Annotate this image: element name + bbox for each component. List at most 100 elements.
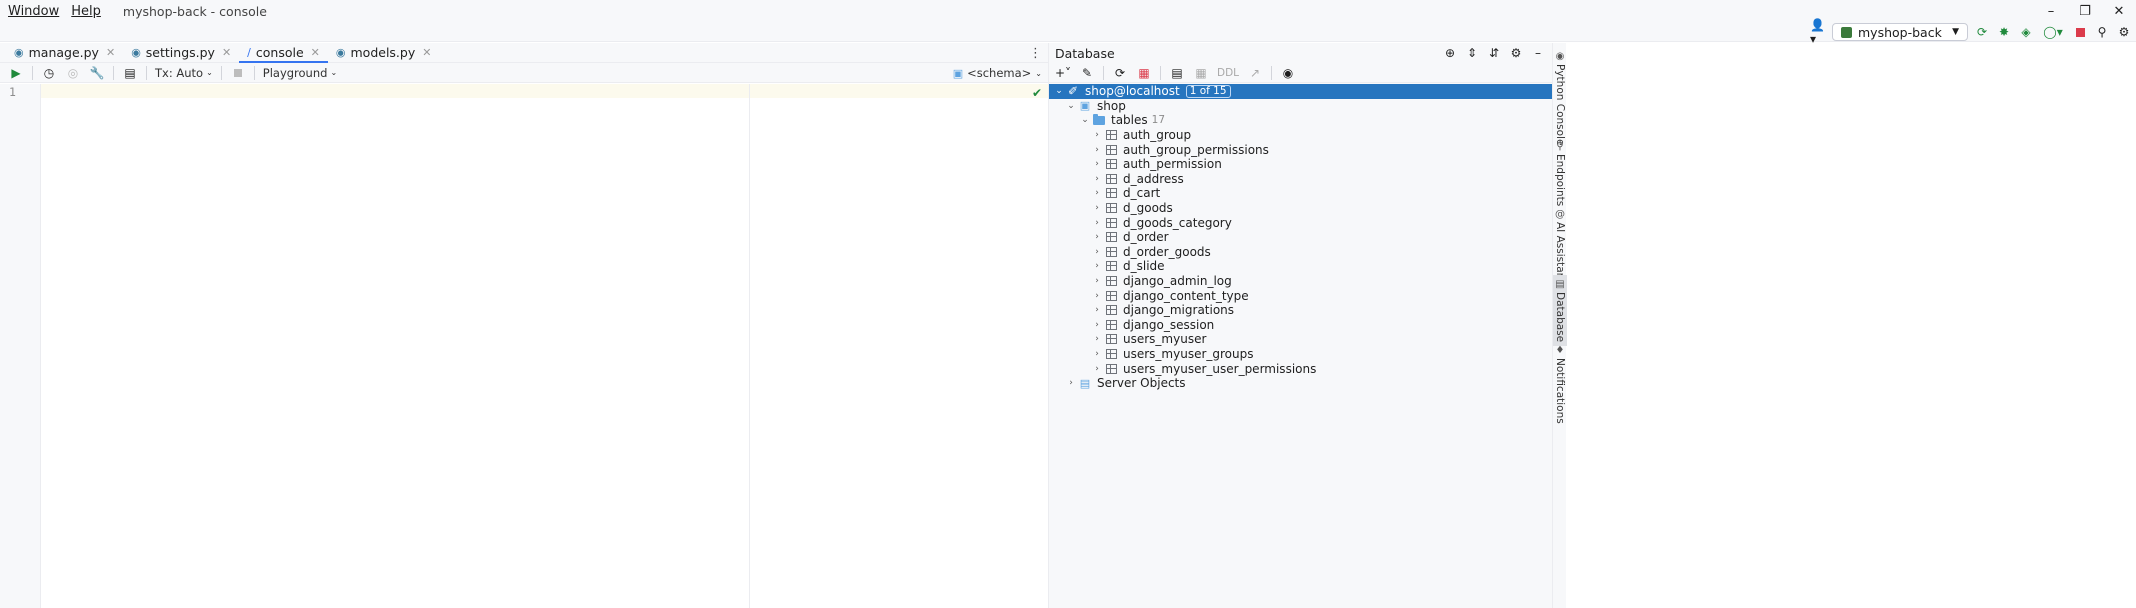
tree-table-row[interactable]: › auth_group_permissions	[1049, 142, 1553, 157]
ai-assistant-icon: @	[1555, 209, 1565, 220]
tree-table-row[interactable]: › django_session	[1049, 318, 1553, 333]
cancel-icon[interactable]: ◎	[65, 65, 81, 81]
tree-table-row[interactable]: › users_myuser_user_permissions	[1049, 361, 1553, 376]
close-tab-icon[interactable]: ✕	[106, 46, 115, 59]
chevron-right-icon[interactable]: ›	[1091, 203, 1103, 213]
chevron-right-icon[interactable]: ›	[1091, 218, 1103, 228]
close-icon[interactable]: ✕	[2102, 0, 2136, 22]
tab-models-py[interactable]: ◉ models.py ✕	[328, 42, 440, 62]
rerun-icon[interactable]: ⟳	[1974, 24, 1990, 40]
stop-icon[interactable]	[230, 65, 246, 81]
ai-assistant-tool[interactable]: @ AI Assistant	[1553, 209, 1567, 283]
disconnect-icon[interactable]: ▦	[1136, 65, 1152, 81]
jump-icon[interactable]: ↗	[1247, 65, 1263, 81]
expand-all-icon[interactable]: ⇕	[1464, 45, 1480, 61]
tree-connection[interactable]: ⌄ ✐ shop@localhost 1 of 15	[1049, 84, 1553, 99]
run-config-label: myshop-back	[1858, 24, 1942, 40]
search-icon[interactable]: ⚲	[2094, 24, 2110, 40]
gear-icon[interactable]: ⚙	[2116, 24, 2132, 40]
add-icon[interactable]: +˅	[1055, 65, 1071, 81]
ddl-button[interactable]: DDL	[1217, 67, 1239, 79]
schema-count-badge[interactable]: 1 of 15	[1185, 84, 1231, 98]
coverage-icon[interactable]: ◈	[2018, 24, 2034, 40]
chevron-right-icon[interactable]: ›	[1091, 261, 1103, 271]
chevron-right-icon[interactable]: ›	[1091, 145, 1103, 155]
tree-table-row[interactable]: › auth_group	[1049, 128, 1553, 143]
chevron-right-icon[interactable]: ›	[1091, 188, 1103, 198]
tab-settings-py[interactable]: ◉ settings.py ✕	[123, 42, 239, 62]
user-icon[interactable]: 👤▾	[1810, 18, 1826, 46]
chevron-right-icon[interactable]: ›	[1091, 349, 1103, 359]
editor-tabs: ◉ manage.py ✕ ◉ settings.py ✕ ∕ console …	[0, 43, 1048, 63]
table-view-icon[interactable]: ▦	[1193, 65, 1209, 81]
sql-console-icon[interactable]: ▤	[1169, 65, 1185, 81]
tree-table-row[interactable]: › django_content_type	[1049, 288, 1553, 303]
tree-table-row[interactable]: › d_order	[1049, 230, 1553, 245]
stop-icon[interactable]	[2072, 24, 2088, 40]
tree-table-row[interactable]: › d_goods_category	[1049, 215, 1553, 230]
close-tab-icon[interactable]: ✕	[222, 46, 231, 59]
results-icon[interactable]: ▤	[122, 65, 138, 81]
collapse-all-icon[interactable]: ⇵	[1486, 45, 1502, 61]
chevron-right-icon[interactable]: ›	[1091, 232, 1103, 242]
tree-schema[interactable]: ⌄ ▣ shop	[1049, 99, 1553, 114]
menu-window[interactable]: Window	[2, 4, 65, 19]
endpoints-tool[interactable]: ⚲ Endpoints	[1553, 141, 1567, 206]
chevron-right-icon[interactable]: ›	[1065, 378, 1077, 388]
target-icon[interactable]: ⊕	[1442, 45, 1458, 61]
chevron-right-icon[interactable]: ›	[1091, 305, 1103, 315]
tree-tables-folder[interactable]: ⌄ tables 17	[1049, 113, 1553, 128]
menu-help[interactable]: Help	[65, 4, 107, 19]
hide-panel-icon[interactable]: –	[1530, 45, 1546, 61]
sql-editor[interactable]: 1 ✔	[0, 84, 1048, 608]
tree-table-row[interactable]: › d_cart	[1049, 186, 1553, 201]
schema-select[interactable]: ▣ <schema> ⌄	[953, 63, 1042, 83]
chevron-right-icon[interactable]: ›	[1091, 276, 1103, 286]
chevron-right-icon[interactable]: ›	[1091, 334, 1103, 344]
chevron-right-icon[interactable]: ›	[1091, 174, 1103, 184]
tree-table-row[interactable]: › d_slide	[1049, 259, 1553, 274]
python-file-icon: ◉	[14, 45, 24, 59]
minimize-icon[interactable]: –	[2034, 0, 2068, 22]
settings-wrench-icon[interactable]: 🔧	[89, 65, 105, 81]
tab-console[interactable]: ∕ console ✕	[239, 42, 328, 63]
restore-icon[interactable]: ❐	[2068, 0, 2102, 22]
tx-mode-select[interactable]: Tx: Auto ⌄	[155, 66, 213, 80]
chevron-right-icon[interactable]: ›	[1091, 247, 1103, 257]
chevron-down-icon[interactable]: ⌄	[1053, 86, 1065, 96]
more-run-icon[interactable]: ◯▾	[2040, 24, 2066, 40]
chevron-down-icon[interactable]: ⌄	[1065, 101, 1077, 111]
table-name: auth_group	[1123, 128, 1192, 143]
tree-table-row[interactable]: › django_admin_log	[1049, 274, 1553, 289]
tree-server-objects[interactable]: › ▤ Server Objects	[1049, 376, 1553, 391]
tree-table-row[interactable]: › d_order_goods	[1049, 245, 1553, 260]
properties-icon[interactable]: ✎	[1079, 65, 1095, 81]
tree-table-row[interactable]: › d_address	[1049, 172, 1553, 187]
run-config-select[interactable]: myshop-back ▼	[1832, 23, 1968, 41]
python-console-tool[interactable]: ◉ Python Console	[1553, 51, 1567, 145]
chevron-right-icon[interactable]: ›	[1091, 130, 1103, 140]
more-tabs-icon[interactable]: ⋮	[1029, 43, 1042, 63]
eye-icon[interactable]: ◉	[1280, 65, 1296, 81]
tree-table-row[interactable]: › d_goods	[1049, 201, 1553, 216]
execute-icon[interactable]: ▶	[8, 65, 24, 81]
tab-manage-py[interactable]: ◉ manage.py ✕	[6, 42, 123, 62]
tree-table-row[interactable]: › users_myuser_groups	[1049, 347, 1553, 362]
chevron-right-icon[interactable]: ›	[1091, 364, 1103, 374]
debug-icon[interactable]: ✸	[1996, 24, 2012, 40]
close-tab-icon[interactable]: ✕	[311, 46, 320, 59]
tree-table-row[interactable]: › django_migrations	[1049, 303, 1553, 318]
chevron-right-icon[interactable]: ›	[1091, 159, 1103, 169]
gear-icon[interactable]: ⚙	[1508, 45, 1524, 61]
notifications-tool[interactable]: ♦ Notifications	[1553, 345, 1567, 424]
tree-table-row[interactable]: › users_myuser	[1049, 332, 1553, 347]
close-tab-icon[interactable]: ✕	[422, 46, 431, 59]
chevron-right-icon[interactable]: ›	[1091, 320, 1103, 330]
playground-select[interactable]: Playground ⌄	[263, 66, 337, 80]
tree-table-row[interactable]: › auth_permission	[1049, 157, 1553, 172]
refresh-icon[interactable]: ⟳	[1112, 65, 1128, 81]
chevron-down-icon[interactable]: ⌄	[1079, 115, 1091, 125]
database-tool[interactable]: ▤ Database	[1553, 275, 1567, 347]
chevron-right-icon[interactable]: ›	[1091, 291, 1103, 301]
history-icon[interactable]: ◷	[41, 65, 57, 81]
